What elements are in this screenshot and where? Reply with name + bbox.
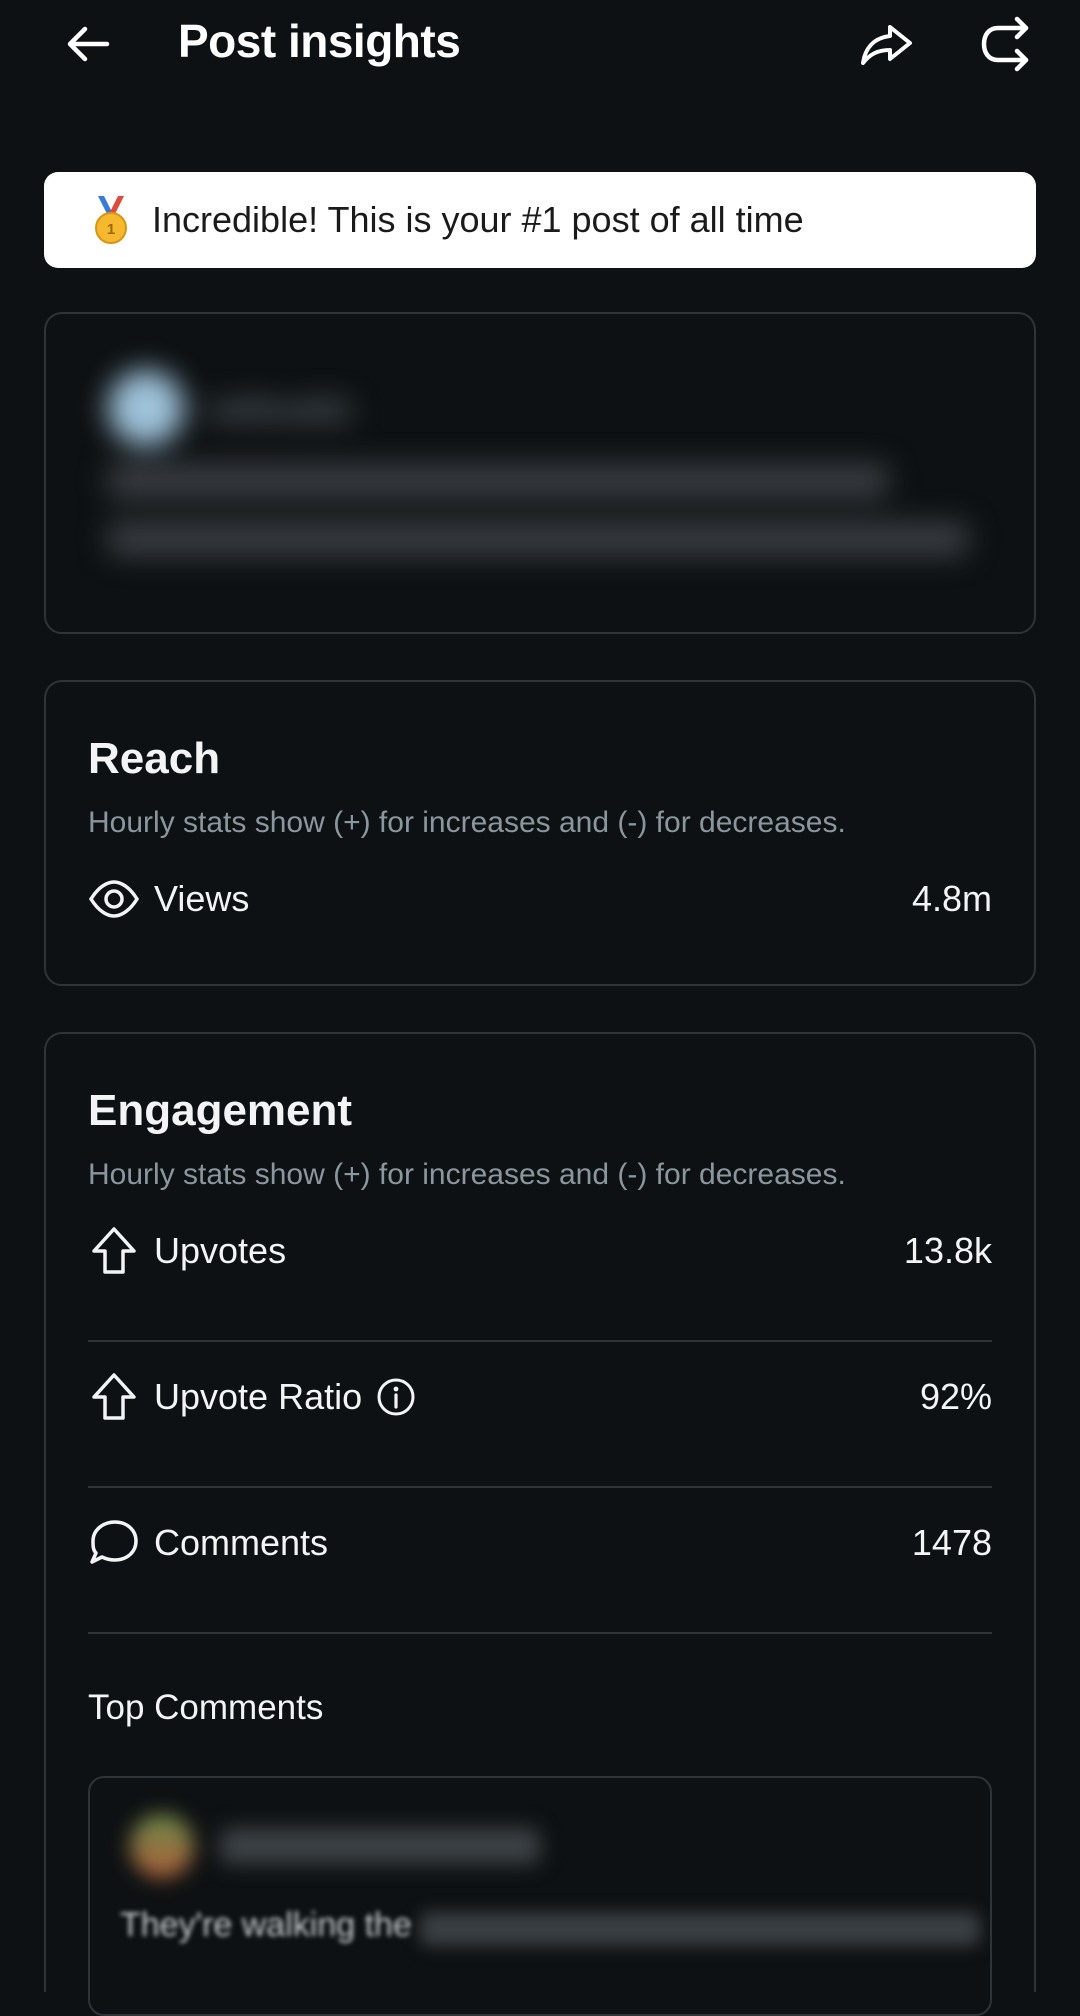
upvote-ratio-row: Upvote Ratio 92%	[88, 1362, 992, 1432]
views-label: Views	[154, 878, 250, 919]
comments-value: 1478	[911, 1522, 992, 1563]
reach-card: Reach Hourly stats show (+) for increase…	[44, 680, 1036, 986]
comments-row: Comments 1478	[88, 1508, 992, 1578]
svg-text:1: 1	[107, 221, 115, 238]
upvote-icon	[88, 1225, 140, 1277]
crosspost-button[interactable]	[968, 12, 1040, 76]
reach-subtitle: Hourly stats show (+) for increases and …	[88, 806, 846, 839]
share-arrow-icon	[861, 25, 912, 65]
upvote-ratio-value: 92%	[919, 1376, 992, 1417]
comments-label: Comments	[154, 1522, 329, 1563]
avatar	[108, 370, 184, 446]
banner-text: Incredible! This is your #1 post of all …	[152, 199, 804, 240]
engagement-card: Engagement Hourly stats show (+) for inc…	[44, 1032, 1036, 2016]
info-icon[interactable]	[376, 1377, 416, 1417]
divider	[88, 1340, 992, 1342]
eye-icon	[88, 873, 140, 925]
post-author: nkReddit	[206, 392, 352, 430]
comment-bubble-icon	[88, 1517, 140, 1569]
share-button[interactable]	[850, 12, 922, 76]
top-comment-card[interactable]: They're walking the	[88, 1776, 992, 2016]
upvote-icon	[88, 1371, 140, 1423]
reach-title: Reach	[88, 734, 221, 783]
divider	[88, 1632, 992, 1634]
post-title-line-1	[108, 464, 888, 498]
top-comments-heading: Top Comments	[88, 1688, 324, 1727]
page-title: Post insights	[178, 15, 461, 67]
comment-snippet-wrap: They're walking the	[120, 1906, 412, 1945]
achievement-banner: 1 Incredible! This is your #1 post of al…	[44, 172, 1036, 268]
upvotes-label: Upvotes	[154, 1230, 287, 1271]
engagement-subtitle: Hourly stats show (+) for increases and …	[88, 1158, 846, 1191]
post-preview-blurred: nkReddit	[46, 314, 1034, 632]
engagement-title: Engagement	[88, 1086, 353, 1135]
avatar	[130, 1814, 194, 1878]
comment-snippet: They're walking the	[120, 1906, 412, 1944]
app-header: Post insights	[0, 0, 1080, 90]
arrow-left-icon	[67, 26, 110, 62]
views-row: Views 4.8m	[88, 864, 992, 934]
views-value: 4.8m	[911, 878, 992, 919]
back-button[interactable]	[56, 12, 120, 76]
upvotes-row: Upvotes 13.8k	[88, 1216, 992, 1286]
comment-blurred-header	[90, 1778, 990, 2014]
comment-blurred-text	[420, 1912, 980, 1946]
upvotes-value: 13.8k	[903, 1230, 992, 1271]
post-title-line-2	[108, 522, 968, 556]
post-preview-card[interactable]: nkReddit	[44, 312, 1036, 634]
upvote-ratio-label: Upvote Ratio	[154, 1376, 363, 1417]
gold-medal-icon: 1	[95, 196, 127, 244]
divider	[88, 1486, 992, 1488]
crosspost-icon	[981, 16, 1029, 72]
comment-author-blurred	[220, 1828, 540, 1864]
